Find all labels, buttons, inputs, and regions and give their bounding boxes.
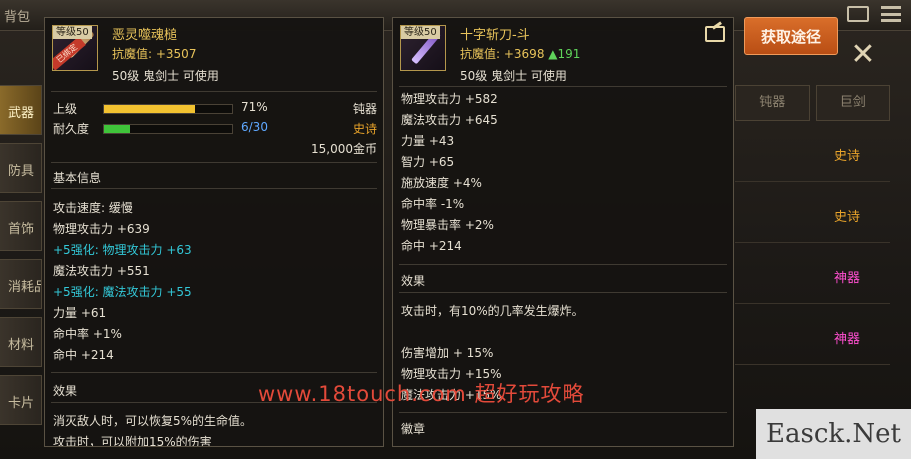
- tab-card[interactable]: 卡片: [0, 375, 42, 425]
- upgrade-label: 上级: [53, 102, 78, 116]
- stat-line: 力量 +43: [401, 134, 455, 148]
- mail-icon[interactable]: [847, 6, 869, 22]
- tab-armor[interactable]: 防具: [0, 143, 42, 193]
- upgrade-bar-fill: [104, 105, 195, 113]
- rarity-label: 史诗: [833, 149, 860, 164]
- item-list-right: 钝器 巨剑 史诗 史诗 神器 神器: [735, 85, 890, 365]
- stat-line: 命中 +214: [53, 348, 114, 362]
- divider: [399, 86, 727, 87]
- site-badge: Easck.Net: [756, 409, 911, 459]
- compare-edit-icon[interactable]: [705, 26, 725, 42]
- effect-description: 攻击时，有10%的几率发生爆炸。: [401, 304, 584, 318]
- effect-line: 攻击时，可以附加15%的伤害: [53, 435, 212, 447]
- list-item[interactable]: 史诗: [735, 129, 890, 182]
- item-icon: 已绑定 等级50: [52, 25, 98, 71]
- effect-line: 伤害增加 + 15%: [401, 346, 494, 360]
- effect-title: 效果: [53, 384, 78, 398]
- upgrade-bar: [103, 104, 233, 114]
- item-icon: 等级50: [400, 25, 446, 71]
- stat-line: 魔法攻击力 +551: [53, 264, 150, 278]
- stat-line-enhance: +5强化: 魔法攻击力 +55: [53, 285, 192, 299]
- filter-greatsword[interactable]: 巨剑: [815, 85, 890, 121]
- divider: [399, 412, 727, 413]
- stat-line: 物理攻击力 +582: [401, 92, 498, 106]
- stat-line: 物理攻击力 +639: [53, 222, 150, 236]
- level-tag: 等级50: [53, 26, 92, 39]
- divider: [399, 292, 727, 293]
- magic-resist-value: 抗魔值: +3698: [460, 47, 545, 61]
- item-name: 十字斩刀-斗: [460, 28, 530, 43]
- basic-info-title: 基本信息: [53, 171, 102, 185]
- stat-line: 物理暴击率 +2%: [401, 218, 494, 232]
- stat-line: 施放速度 +4%: [401, 176, 482, 190]
- stat-line: 攻击速度: 缓慢: [53, 201, 133, 215]
- effect-title: 效果: [401, 274, 426, 288]
- durability-row: 耐久度 6/30 史诗: [53, 120, 377, 136]
- durability-label: 耐久度: [53, 122, 90, 136]
- list-item[interactable]: 史诗: [735, 190, 890, 243]
- magic-resist: 抗魔值: +3507: [112, 47, 197, 61]
- stat-line: 命中 +214: [401, 239, 462, 253]
- divider: [399, 264, 727, 265]
- durability-value: 6/30: [241, 120, 268, 134]
- list-item[interactable]: 神器: [735, 312, 890, 365]
- list-item[interactable]: 神器: [735, 251, 890, 304]
- effect-line: 消灭敌人时，可以恢复5%的生命值。: [53, 414, 253, 428]
- stat-line-enhance: +5强化: 物理攻击力 +63: [53, 243, 192, 257]
- durability-bar: [103, 124, 233, 134]
- rarity-label: 史诗: [833, 210, 860, 225]
- divider: [51, 188, 377, 189]
- tab-material[interactable]: 材料: [0, 317, 42, 367]
- rarity-label: 神器: [833, 271, 860, 286]
- divider: [51, 372, 377, 373]
- inventory-side-tabs: 武器 防具 首饰 消耗品 材料 卡片: [0, 85, 42, 433]
- inventory-title: 背包: [4, 10, 31, 25]
- filter-blunt[interactable]: 钝器: [735, 85, 810, 121]
- durability-bar-fill: [104, 125, 130, 133]
- stat-line: 命中率 +1%: [53, 327, 122, 341]
- menu-icon[interactable]: [881, 6, 901, 22]
- divider: [51, 162, 377, 163]
- item-name: 恶灵噬魂槌: [112, 28, 178, 43]
- stat-line: 魔法攻击力 +645: [401, 113, 498, 127]
- rarity-label: 神器: [833, 332, 860, 347]
- price: 15,000金币: [311, 142, 377, 156]
- divider: [51, 91, 377, 92]
- requirement: 50级 鬼剑士 可使用: [460, 69, 567, 83]
- tab-weapon[interactable]: 武器: [0, 85, 42, 135]
- emblem-title: 徽章: [401, 422, 426, 436]
- tab-consumable[interactable]: 消耗品: [0, 259, 42, 309]
- stat-line: 力量 +61: [53, 306, 107, 320]
- magic-resist: 抗魔值: +3698 ▲191: [460, 45, 580, 62]
- watermark-text: www.18touch.com 超好玩攻略: [258, 382, 585, 406]
- requirement: 50级 鬼剑士 可使用: [112, 69, 219, 83]
- stat-line: 智力 +65: [401, 155, 455, 169]
- bound-tag: 已绑定: [53, 36, 86, 70]
- level-tag: 等级50: [401, 26, 440, 39]
- close-icon[interactable]: ✕: [846, 38, 880, 72]
- stat-line: 命中率 -1%: [401, 197, 465, 211]
- upgrade-row: 上级 71% 钝器: [53, 100, 377, 116]
- rarity-label: 史诗: [352, 122, 377, 136]
- upgrade-percent: 71%: [241, 100, 268, 114]
- tab-accessory[interactable]: 首饰: [0, 201, 42, 251]
- get-route-button[interactable]: 获取途径: [744, 17, 838, 55]
- magic-resist-diff: ▲191: [548, 47, 581, 61]
- weapon-type: 钝器: [352, 102, 377, 116]
